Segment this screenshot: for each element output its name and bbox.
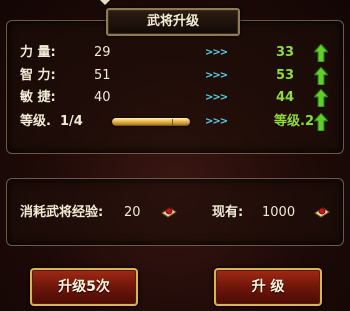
stat-row-intellect: 智 力: 51 >>> 53	[0, 66, 350, 86]
stat-row-strength: 力 量: 29 >>> 33	[0, 43, 350, 63]
top-pointer-icon	[100, 0, 110, 5]
level-next: 等级.2	[274, 114, 314, 129]
stat-label: 力 量:	[20, 45, 56, 60]
stat-next: 44	[276, 90, 295, 105]
cost-label: 消耗武将经验:	[20, 205, 104, 220]
green-up-arrow-icon	[314, 67, 328, 85]
green-up-arrow-icon	[314, 89, 328, 107]
exp-scroll-icon	[161, 207, 177, 218]
stat-current: 51	[94, 68, 111, 83]
green-up-arrow-icon	[314, 113, 328, 131]
stat-row-agility: 敏 捷: 40 >>> 44	[0, 88, 350, 108]
arrow-right-icon: >>>	[205, 47, 228, 58]
upgrade-button[interactable]: 升 级	[214, 268, 322, 306]
upgrade-5x-button[interactable]: 升级5次	[30, 268, 138, 306]
stat-current: 40	[94, 90, 111, 105]
level-row: 等级. 1/4 >>> 等级.2	[0, 112, 350, 132]
exp-scroll-icon	[314, 207, 330, 218]
arrow-right-icon: >>>	[205, 116, 228, 127]
owned-amount: 1000	[262, 205, 296, 220]
cost-amount: 20	[124, 205, 141, 220]
owned-label: 现有:	[212, 205, 244, 220]
level-progress-bar	[112, 118, 190, 126]
green-up-arrow-icon	[314, 44, 328, 62]
level-current: 1/4	[60, 114, 83, 129]
page-title: 武将升级	[106, 8, 240, 36]
stats-panel	[6, 20, 344, 154]
stat-label: 敏 捷:	[20, 90, 56, 105]
arrow-right-icon: >>>	[205, 92, 228, 103]
stat-current: 29	[94, 45, 111, 60]
level-label: 等级.	[20, 114, 51, 129]
arrow-right-icon: >>>	[205, 70, 228, 81]
stat-label: 智 力:	[20, 68, 56, 83]
stat-next: 53	[276, 68, 295, 83]
stat-next: 33	[276, 45, 295, 60]
